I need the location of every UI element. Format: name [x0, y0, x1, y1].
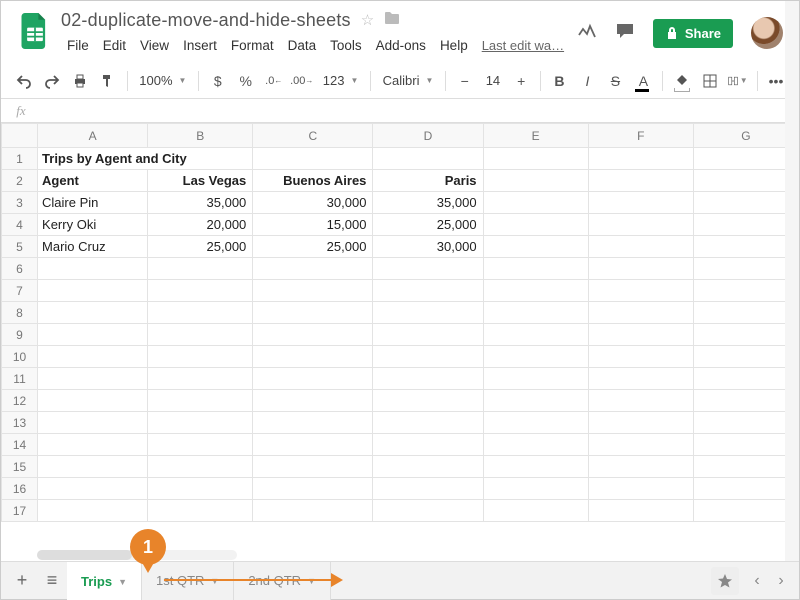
- select-all-corner[interactable]: [2, 124, 38, 148]
- redo-button[interactable]: [39, 68, 65, 94]
- share-button[interactable]: Share: [653, 19, 733, 48]
- tab-scroll-right[interactable]: ›: [769, 572, 793, 590]
- formula-bar: fx: [1, 99, 799, 123]
- strike-button[interactable]: S: [602, 68, 628, 94]
- bold-button[interactable]: B: [546, 68, 572, 94]
- all-sheets-button[interactable]: ≡: [37, 566, 67, 596]
- cell-C2[interactable]: Buenos Aires: [253, 170, 373, 192]
- cell-D4[interactable]: 25,000: [373, 214, 483, 236]
- paint-format-button[interactable]: [95, 68, 121, 94]
- font-size-input[interactable]: 14: [480, 73, 506, 88]
- formula-input[interactable]: [41, 103, 799, 118]
- doc-title[interactable]: 02-duplicate-move-and-hide-sheets: [61, 10, 351, 31]
- menu-file[interactable]: File: [61, 35, 95, 56]
- share-label: Share: [685, 26, 721, 41]
- row-2: 2AgentLas VegasBuenos AiresParis: [2, 170, 799, 192]
- currency-button[interactable]: $: [205, 68, 231, 94]
- borders-button[interactable]: [697, 68, 723, 94]
- zoom-select[interactable]: 100%▼: [133, 73, 192, 88]
- cell-B4[interactable]: 20,000: [148, 214, 253, 236]
- activity-icon[interactable]: [577, 21, 597, 46]
- sheet-tab-trips[interactable]: Trips▼: [67, 562, 142, 600]
- menu-view[interactable]: View: [134, 35, 175, 56]
- col-G[interactable]: G: [693, 124, 798, 148]
- cell-A2[interactable]: Agent: [38, 170, 148, 192]
- fx-label: fx: [1, 103, 41, 119]
- sheets-logo[interactable]: [15, 9, 55, 49]
- cell-A4[interactable]: Kerry Oki: [38, 214, 148, 236]
- cell-D3[interactable]: 35,000: [373, 192, 483, 214]
- sheet-tab-1st-qtr[interactable]: 1st QTR▼: [142, 562, 234, 600]
- add-sheet-button[interactable]: +: [7, 566, 37, 596]
- row-3: 3Claire Pin35,00030,00035,000: [2, 192, 799, 214]
- tab-scroll-left[interactable]: ‹: [745, 572, 769, 590]
- cell-C5[interactable]: 25,000: [253, 236, 373, 258]
- font-size-decrease[interactable]: −: [452, 68, 478, 94]
- fill-color-button[interactable]: [669, 68, 695, 94]
- undo-button[interactable]: [11, 68, 37, 94]
- column-headers[interactable]: A B C D E F G: [2, 124, 799, 148]
- menu-tools[interactable]: Tools: [324, 35, 368, 56]
- menu-help[interactable]: Help: [434, 35, 474, 56]
- col-B[interactable]: B: [148, 124, 253, 148]
- row-4: 4Kerry Oki20,00015,00025,000: [2, 214, 799, 236]
- move-folder-icon[interactable]: [384, 11, 400, 29]
- font-size-increase[interactable]: +: [508, 68, 534, 94]
- col-F[interactable]: F: [588, 124, 693, 148]
- col-A[interactable]: A: [38, 124, 148, 148]
- menu-data[interactable]: Data: [282, 35, 323, 56]
- row-1: 1Trips by Agent and City: [2, 148, 799, 170]
- cell-B3[interactable]: 35,000: [148, 192, 253, 214]
- spreadsheet-grid[interactable]: A B C D E F G 1Trips by Agent and City 2…: [1, 123, 799, 581]
- text-color-button[interactable]: A: [630, 68, 656, 94]
- title-bar: 02-duplicate-move-and-hide-sheets ☆ File…: [1, 1, 799, 63]
- cell-D2[interactable]: Paris: [373, 170, 483, 192]
- decrease-decimal-button[interactable]: .0←: [261, 68, 287, 94]
- cell-B2[interactable]: Las Vegas: [148, 170, 253, 192]
- last-edit-link[interactable]: Last edit wa…: [482, 38, 564, 53]
- comments-icon[interactable]: [615, 21, 635, 46]
- cell-A1[interactable]: Trips by Agent and City: [38, 148, 253, 170]
- explore-button[interactable]: [711, 567, 739, 595]
- col-E[interactable]: E: [483, 124, 588, 148]
- merge-button[interactable]: ▼: [725, 68, 751, 94]
- menu-addons[interactable]: Add-ons: [370, 35, 432, 56]
- row-5: 5Mario Cruz25,00025,00030,000: [2, 236, 799, 258]
- menu-bar: File Edit View Insert Format Data Tools …: [61, 35, 577, 56]
- horizontal-scrollbar-thumb[interactable]: [37, 550, 132, 560]
- toolbar: 100%▼ $ % .0← .00→ 123▼ Calibri▼ − 14 + …: [1, 63, 799, 99]
- user-avatar[interactable]: [751, 17, 783, 49]
- font-select[interactable]: Calibri▼: [377, 73, 440, 88]
- cell-A3[interactable]: Claire Pin: [38, 192, 148, 214]
- cell-B5[interactable]: 25,000: [148, 236, 253, 258]
- lock-icon: [665, 26, 679, 40]
- vertical-scrollbar[interactable]: [785, 1, 799, 599]
- star-icon[interactable]: ☆: [361, 11, 374, 29]
- number-format-select[interactable]: 123▼: [317, 73, 365, 88]
- cell-C3[interactable]: 30,000: [253, 192, 373, 214]
- tab-menu-icon[interactable]: ▼: [118, 577, 127, 587]
- cell-D5[interactable]: 30,000: [373, 236, 483, 258]
- col-C[interactable]: C: [253, 124, 373, 148]
- print-button[interactable]: [67, 68, 93, 94]
- italic-button[interactable]: I: [574, 68, 600, 94]
- menu-format[interactable]: Format: [225, 35, 280, 56]
- increase-decimal-button[interactable]: .00→: [289, 68, 315, 94]
- percent-button[interactable]: %: [233, 68, 259, 94]
- sheet-tab-bar: + ≡ Trips▼ 1st QTR▼ 2nd QTR▼ ‹ ›: [1, 561, 799, 599]
- menu-insert[interactable]: Insert: [177, 35, 223, 56]
- menu-edit[interactable]: Edit: [97, 35, 132, 56]
- col-D[interactable]: D: [373, 124, 483, 148]
- cell-A5[interactable]: Mario Cruz: [38, 236, 148, 258]
- cell-C4[interactable]: 15,000: [253, 214, 373, 236]
- sheet-tab-2nd-qtr[interactable]: 2nd QTR▼: [234, 562, 331, 600]
